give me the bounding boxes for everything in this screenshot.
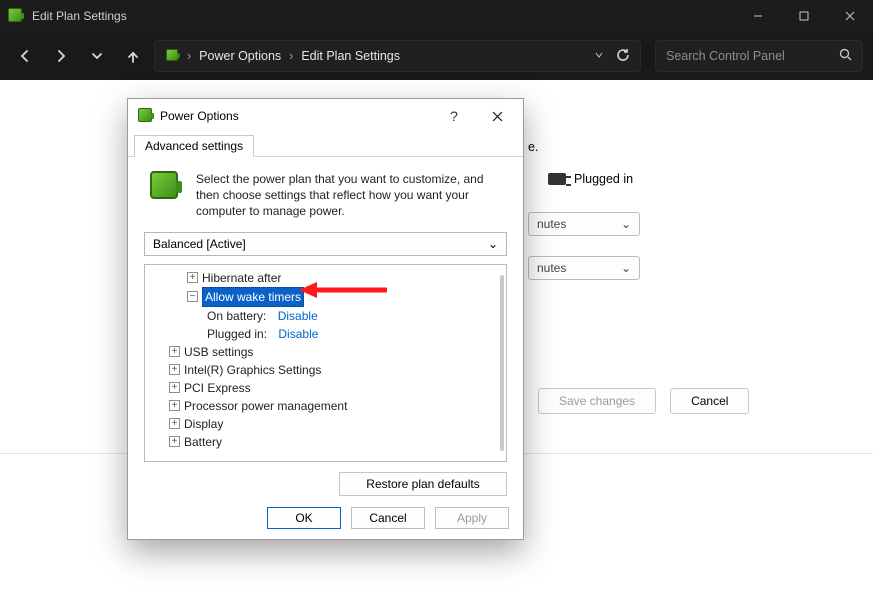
search-icon [839, 48, 852, 64]
select-value: nutes [537, 217, 566, 231]
expand-icon[interactable]: + [169, 364, 180, 375]
crumb-power-options[interactable]: Power Options [199, 49, 281, 63]
nav-toolbar: › Power Options › Edit Plan Settings Sea… [0, 32, 873, 80]
close-button[interactable] [827, 0, 873, 32]
expand-icon[interactable]: + [169, 382, 180, 393]
tree-intel-graphics[interactable]: +Intel(R) Graphics Settings [151, 361, 500, 379]
chevron-right-icon: › [187, 49, 191, 63]
select-value: nutes [537, 261, 566, 275]
power-plan-select[interactable]: Balanced [Active] ⌄ [144, 232, 507, 256]
save-changes-button[interactable]: Save changes [538, 388, 656, 414]
page-text-fragment: e. [528, 140, 538, 154]
plugged-in-header: Plugged in [548, 172, 633, 186]
settings-tree[interactable]: +Hibernate after −Allow wake timers On b… [144, 264, 507, 462]
window-title: Edit Plan Settings [32, 9, 735, 23]
minimize-button[interactable] [735, 0, 781, 32]
restore-defaults-button[interactable]: Restore plan defaults [339, 472, 507, 496]
chevron-down-icon: ⌄ [621, 261, 631, 275]
dialog-title: Power Options [160, 109, 239, 123]
forward-button[interactable] [46, 41, 76, 71]
tree-processor-power[interactable]: +Processor power management [151, 397, 500, 415]
sleep-timeout-select[interactable]: nutes ⌄ [528, 256, 640, 280]
tree-battery[interactable]: +Battery [151, 433, 500, 451]
dialog-close-button[interactable] [477, 102, 517, 130]
address-dropdown-icon[interactable] [594, 49, 604, 63]
dialog-tabbar: Advanced settings [128, 133, 523, 157]
dialog-titlebar: Power Options ? [128, 99, 523, 133]
expand-icon[interactable]: + [187, 272, 198, 283]
address-bar[interactable]: › Power Options › Edit Plan Settings [154, 40, 641, 72]
explorer-window: Edit Plan Settings › Power Options › Edi… [0, 0, 873, 600]
power-options-icon [8, 8, 24, 24]
ok-button[interactable]: OK [267, 507, 341, 529]
power-plan-value: Balanced [Active] [153, 237, 246, 251]
chevron-down-icon: ⌄ [621, 217, 631, 231]
plugged-in-label: Plugged in [574, 172, 633, 186]
search-placeholder: Search Control Panel [666, 49, 785, 63]
maximize-button[interactable] [781, 0, 827, 32]
back-button[interactable] [10, 41, 40, 71]
power-options-dialog: Power Options ? Advanced settings Select… [127, 98, 524, 540]
expand-icon[interactable]: + [169, 418, 180, 429]
crumb-edit-plan[interactable]: Edit Plan Settings [301, 49, 400, 63]
dialog-description: Select the power plan that you want to c… [196, 171, 507, 220]
expand-icon[interactable]: + [169, 400, 180, 411]
expand-icon[interactable]: + [169, 346, 180, 357]
search-input[interactable]: Search Control Panel [655, 40, 863, 72]
tree-pci-express[interactable]: +PCI Express [151, 379, 500, 397]
refresh-button[interactable] [616, 48, 630, 65]
chevron-right-icon: › [289, 49, 293, 63]
dialog-icon [138, 108, 152, 125]
dialog-cancel-button[interactable]: Cancel [351, 507, 425, 529]
up-button[interactable] [118, 41, 148, 71]
chevron-down-icon: ⌄ [488, 237, 498, 251]
power-plan-icon [150, 171, 184, 205]
help-button[interactable]: ? [439, 102, 469, 130]
tree-hibernate-after[interactable]: +Hibernate after [151, 269, 500, 287]
address-icon [165, 48, 179, 65]
tree-allow-wake-timers[interactable]: −Allow wake timers [151, 287, 500, 307]
tree-wake-on-battery[interactable]: On battery: Disable [151, 307, 500, 325]
tree-display[interactable]: +Display [151, 415, 500, 433]
cancel-button[interactable]: Cancel [670, 388, 749, 414]
recent-button[interactable] [82, 41, 112, 71]
apply-button[interactable]: Apply [435, 507, 509, 529]
tree-wake-plugged-in[interactable]: Plugged in: Disable [151, 325, 500, 343]
tree-scrollbar[interactable] [500, 275, 504, 451]
display-timeout-select[interactable]: nutes ⌄ [528, 212, 640, 236]
collapse-icon[interactable]: − [187, 291, 198, 302]
titlebar: Edit Plan Settings [0, 0, 873, 32]
plug-icon [548, 173, 566, 185]
expand-icon[interactable]: + [169, 436, 180, 447]
tree-usb-settings[interactable]: +USB settings [151, 343, 500, 361]
tab-advanced-settings[interactable]: Advanced settings [134, 135, 254, 157]
